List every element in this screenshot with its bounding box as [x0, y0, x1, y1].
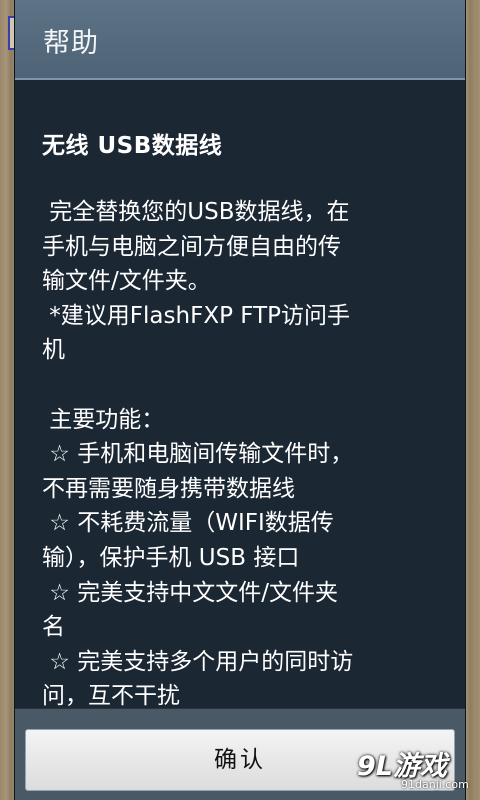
- help-dialog: 帮助 无线 USB数据线 完全替换您的USB数据线，在 手机与电脑之间方便自由的…: [15, 0, 465, 800]
- watermark-url: 91danji.com: [401, 778, 469, 791]
- help-text: 完全替换您的USB数据线，在 手机与电脑之间方便自由的传 输文件/文件夹。 *建…: [42, 195, 442, 708]
- help-line: 完全替换您的USB数据线，在: [42, 199, 350, 225]
- help-line: 输文件/文件夹。: [42, 268, 211, 295]
- dialog-body-scroll[interactable]: 无线 USB数据线 完全替换您的USB数据线，在 手机与电脑之间方便自由的传 输…: [15, 80, 465, 708]
- help-line: 问，互不干扰: [42, 683, 180, 708]
- help-line: 不再需要随身携带数据线: [42, 475, 295, 502]
- help-line: 机: [42, 337, 65, 364]
- site-watermark-logo: 9L游戏 91danji.com: [357, 744, 472, 796]
- help-line: 输），保护手机 USB 接口: [42, 544, 300, 571]
- dialog-title: 帮助: [43, 28, 99, 59]
- dialog-header: 帮助: [15, 0, 465, 80]
- help-line: ☆ 手机和电脑间传输文件时，: [42, 441, 354, 468]
- help-line: *建议用FlashFXP FTP访问手: [42, 302, 350, 329]
- help-line: 名: [42, 614, 65, 641]
- help-line: ☆ 完美支持中文文件/文件夹: [42, 579, 338, 606]
- help-heading: 无线 USB数据线: [42, 133, 223, 159]
- help-line-blank: [42, 368, 442, 403]
- help-line: ☆ 不耗费流量（WIFI数据传: [42, 510, 334, 537]
- help-line: ☆ 完美支持多个用户的同时访: [42, 648, 354, 675]
- help-line: 手机与电脑之间方便自由的传: [42, 233, 341, 260]
- help-line: 主要功能：: [42, 406, 165, 433]
